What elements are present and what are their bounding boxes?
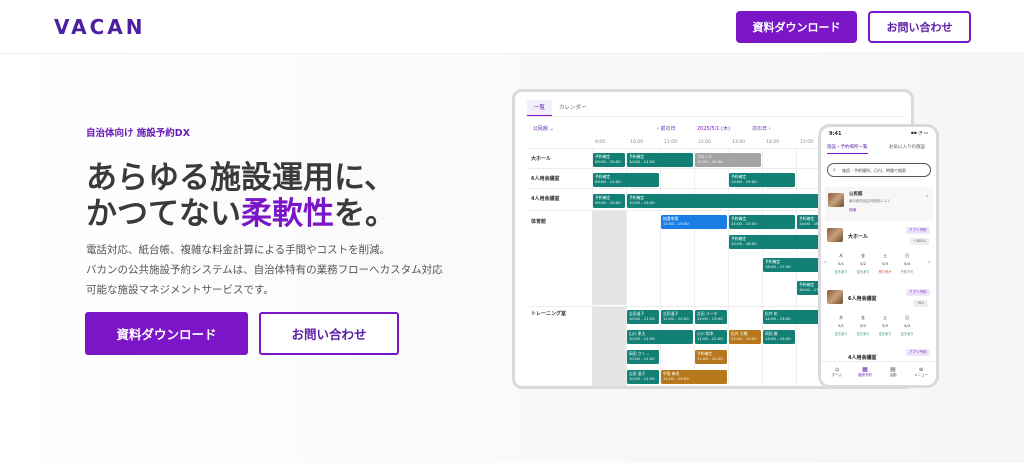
place-name: 大ホール <box>848 234 869 240</box>
event-block[interactable]: 予約確定 09:00 - 11:00 <box>593 173 659 187</box>
facility-thumbnail <box>828 193 844 207</box>
headline-pre: かつてない <box>86 196 241 232</box>
hero-description-line2: バカンの公共施設予約システムは、自治体特有の業務フローへカスタム対応 <box>86 264 443 276</box>
current-date: 2025/5/1 (木) <box>697 126 730 132</box>
chevron-right-icon[interactable]: › <box>928 259 930 266</box>
hero-description-line3: 可能な施設マネジメントサービスです。 <box>86 284 274 296</box>
nav-activity[interactable]: ▤ 活動 <box>879 366 907 378</box>
place-name: 6人用会議室 <box>848 296 877 302</box>
hero-description-line1: 電話対応、紙台帳、複雑な料金計算による手間やコストを削減。 <box>86 244 391 256</box>
event-block[interactable]: 吉田 ユータ 12:00 - 13:00 <box>695 310 727 324</box>
time-label: 15:00 <box>800 140 813 145</box>
chevron-left-icon[interactable]: ‹ <box>824 259 826 266</box>
event-block[interactable]: 松井 大輔 12:00 - 13:00 <box>729 330 761 344</box>
header-download-button[interactable]: 資料ダウンロード <box>736 11 857 43</box>
row-label: 4人用会議室 <box>531 196 560 202</box>
time-label: 11:00 <box>664 140 677 145</box>
capacity-badge: ~300人 <box>910 238 930 245</box>
home-icon: ⌂ <box>835 366 839 373</box>
time-label: 9:00 <box>595 140 606 145</box>
search-placeholder: 施設・予約場所、日付、時間で検索 <box>842 167 906 173</box>
phone-tab-favorites[interactable]: お気に入りの施設 <box>889 144 925 150</box>
facility-select[interactable]: 公民館 ⌄ <box>533 125 554 132</box>
time-label: 12:00 <box>698 140 711 145</box>
row-label: トレーニング室 <box>531 311 567 317</box>
event-block[interactable]: 予約確定 14:00 - 15:00 <box>729 173 795 187</box>
nav-home[interactable]: ⌂ ホーム <box>823 366 851 378</box>
row-label: 体育館 <box>531 219 547 225</box>
phone-tab-facilities[interactable]: 施設・予約場所一覧 <box>827 144 868 154</box>
calendar-icon: ▦ <box>862 366 868 373</box>
tablet-tabs: 一覧 カレンダー <box>527 100 594 116</box>
chevron-up-icon[interactable]: ⌃ <box>925 195 929 201</box>
event-block[interactable]: 岡田 勝 14:00 - 15:00 <box>763 330 795 344</box>
place-name: 4人用会議室 <box>848 355 877 361</box>
facility-detail-link[interactable]: 詳細 <box>849 208 856 213</box>
header-contact-button[interactable]: お問い合わせ <box>868 11 971 43</box>
row-label: 大ホール <box>531 156 552 162</box>
time-label: 14:00 <box>766 140 779 145</box>
hero-contact-button[interactable]: お問い合わせ <box>259 312 399 355</box>
event-block[interactable]: 吉田温子 10:00 - 11:00 <box>627 310 659 324</box>
app-booking-badge: アプリ予約 <box>906 349 930 356</box>
place-thumbnail <box>827 290 843 304</box>
phone-mockup: 9:41 ▪▪ ◔ ▭ 施設・予約場所一覧 お気に入りの施設 ⌕ 施設・予約場所… <box>818 124 939 388</box>
event-block[interactable]: 山口 恵太 10:00 - 11:00 <box>627 330 693 344</box>
time-label: 10:00 <box>630 140 643 145</box>
hero-download-button[interactable]: 資料ダウンロード <box>85 312 248 355</box>
facility-address: 東京都渋谷区神宮前1-1-1 <box>849 199 890 203</box>
list-icon: ▤ <box>890 366 896 373</box>
nav-booking[interactable]: ▦ 施設予約 <box>851 366 879 378</box>
event-block[interactable]: 岡田 さく… 10:00 - 11:00 <box>627 350 659 364</box>
phone-time: 9:41 <box>829 131 842 137</box>
phone-search-input[interactable]: ⌕ 施設・予約場所、日付、時間で検索 <box>827 163 931 177</box>
grid-line <box>660 148 661 386</box>
vacan-logo[interactable]: VACAN <box>54 15 146 39</box>
event-block[interactable]: 中島 麻衣 11:00 - 13:00 <box>661 370 727 384</box>
tab-list[interactable]: 一覧 <box>527 100 553 116</box>
search-icon: ⌕ <box>833 167 836 173</box>
event-block[interactable]: 吉田 温子 10:00 - 11:00 <box>627 370 659 384</box>
event-block[interactable]: ブロック 12:00 - 13:00 <box>695 153 761 167</box>
site-header: VACAN 資料ダウンロード お問い合わせ <box>0 0 1024 54</box>
event-block[interactable]: 吉田温子 11:00 - 12:00 <box>661 310 693 324</box>
event-block[interactable]: 予約確定 11:00 - 12:00 <box>695 350 727 364</box>
event-block[interactable]: 予約確定 09:00 - 10:00 <box>593 194 625 208</box>
app-booking-badge: アプリ予約 <box>906 227 930 234</box>
divider <box>525 116 905 117</box>
event-block[interactable]: 小川 知幸 11:00 - 12:00 <box>695 330 727 344</box>
phone-bottom-nav: ⌂ ホーム ▦ 施設予約 ▤ 活動 ≡ メニュー <box>821 361 936 385</box>
place-thumbnail <box>827 228 843 242</box>
time-label: 13:00 <box>732 140 745 145</box>
nav-menu[interactable]: ≡ メニュー <box>907 366 935 378</box>
facility-name: 公民館 <box>849 192 863 197</box>
headline-post: を。 <box>334 196 396 232</box>
phone-status-icons: ▪▪ ◔ ▭ <box>910 131 928 136</box>
hero-headline-line2: かつてない柔軟性を。 <box>86 188 396 233</box>
prev-day-button[interactable]: ‹ 前の日 <box>657 125 676 132</box>
tab-calendar[interactable]: カレンダー <box>552 100 594 116</box>
event-block[interactable]: 予約確定 09:00 - 10:00 <box>593 153 625 167</box>
event-block[interactable]: 予約確定 10:00 - 11:00 <box>627 153 693 167</box>
hero-eyebrow: 自治体向け 施設予約DX <box>86 128 191 139</box>
event-block[interactable]: 予約確定 14:00 - 15:00 <box>729 215 795 229</box>
menu-icon: ≡ <box>918 366 924 373</box>
row-label: 6人用会議室 <box>531 176 560 182</box>
capacity-badge: ~6人 <box>913 300 928 307</box>
unavailable-slot <box>592 211 626 305</box>
event-block[interactable]: 抽選申請 11:00 - 13:00 <box>661 215 727 229</box>
app-booking-badge: アプリ予約 <box>906 289 930 296</box>
headline-accent: 柔軟性 <box>241 196 334 232</box>
unavailable-slot <box>592 307 626 386</box>
facility-card[interactable]: 公民館 東京都渋谷区神宮前1-1-1 詳細 ⌃ <box>825 187 933 221</box>
next-day-button[interactable]: 次の日 › <box>752 125 771 132</box>
